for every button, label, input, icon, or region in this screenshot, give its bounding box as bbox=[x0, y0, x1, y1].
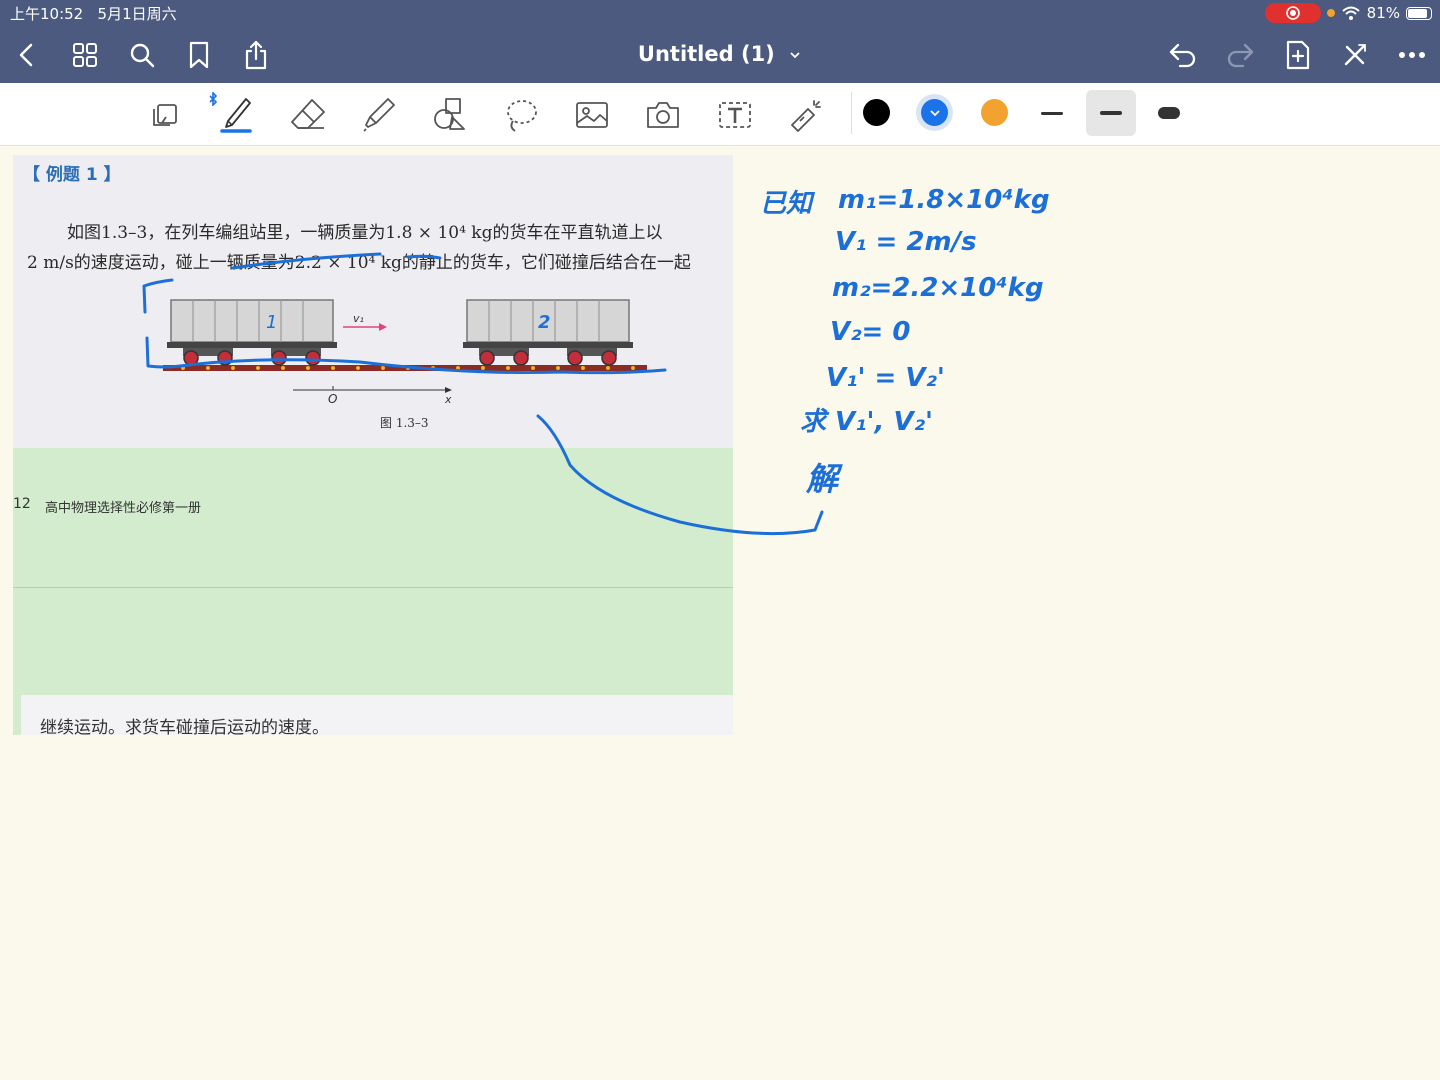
color-swatch-orange[interactable] bbox=[981, 99, 1008, 126]
page-divider-line bbox=[13, 587, 733, 588]
velocity-label: v₁ bbox=[353, 312, 364, 325]
ink-v2: V₂= 0 bbox=[830, 317, 910, 347]
continue-text: 继续运动。求货车碰撞后运动的速度。 bbox=[40, 718, 329, 735]
close-edit-icon[interactable] bbox=[1338, 38, 1372, 72]
battery-icon bbox=[1406, 6, 1432, 20]
screen-recording-icon[interactable] bbox=[1264, 3, 1321, 23]
battery-percent: 81% bbox=[1366, 4, 1400, 22]
grid-view-icon[interactable] bbox=[68, 38, 102, 72]
text-icon[interactable] bbox=[713, 93, 757, 137]
book-title: 高中物理选择性必修第一册 bbox=[45, 501, 202, 516]
page-mode-icon[interactable] bbox=[142, 93, 186, 137]
share-icon[interactable] bbox=[239, 38, 273, 72]
back-icon[interactable] bbox=[10, 38, 44, 72]
chevron-down-icon bbox=[790, 52, 800, 59]
train-figure: v₁ O x bbox=[163, 299, 647, 406]
bookmark-icon[interactable] bbox=[182, 38, 216, 72]
problem-line-1: 如图1.3–3，在列车编组站里，一辆质量为1.8 × 10⁴ kg的货车在平直轨… bbox=[67, 223, 663, 243]
status-time: 上午10:52 bbox=[10, 5, 84, 23]
color-swatch-blue bbox=[921, 99, 948, 126]
tool-bar bbox=[0, 83, 1440, 146]
rail-track bbox=[163, 365, 647, 371]
ink-equal: V₁' = V₂' bbox=[826, 363, 945, 393]
toolbar-divider bbox=[851, 92, 852, 134]
image-icon[interactable] bbox=[570, 93, 614, 137]
ink-solve: 解 bbox=[805, 460, 843, 498]
undo-icon[interactable] bbox=[1166, 38, 1200, 72]
origin-label: O bbox=[328, 392, 337, 406]
eraser-icon[interactable] bbox=[286, 93, 330, 137]
camera-icon[interactable] bbox=[641, 93, 685, 137]
figure-caption: 图 1.3–3 bbox=[380, 416, 429, 430]
ink-m1: m₁=1.8×10⁴kg bbox=[838, 185, 1050, 215]
document-title[interactable]: Untitled (1) bbox=[638, 42, 802, 66]
problem-line-2: 2 m/s的速度运动，碰上一辆质量为2.2 × 10⁴ kg的静止的货车，它们碰… bbox=[27, 253, 691, 273]
ink-known: 已知 bbox=[760, 189, 816, 219]
status-bar-right: 81% bbox=[1264, 3, 1432, 23]
chevron-down-icon bbox=[929, 109, 940, 116]
wifi-icon bbox=[1341, 6, 1360, 20]
ink-find: 求 V₁', V₂' bbox=[800, 407, 933, 437]
laser-pointer-icon[interactable] bbox=[784, 93, 828, 137]
add-page-icon[interactable] bbox=[1281, 38, 1315, 72]
stroke-thick[interactable] bbox=[1144, 90, 1194, 136]
highlighter-icon[interactable] bbox=[357, 93, 401, 137]
more-options-icon[interactable] bbox=[1395, 38, 1429, 72]
mic-indicator-icon bbox=[1326, 9, 1335, 17]
redo-icon[interactable] bbox=[1223, 38, 1257, 72]
velocity-arrow: v₁ bbox=[343, 312, 387, 331]
page-green-region bbox=[13, 448, 733, 735]
freight-car-2 bbox=[463, 299, 633, 366]
x-axis: O x bbox=[293, 386, 452, 406]
page-number: 12 bbox=[13, 496, 31, 512]
color-swatch-blue-selected[interactable] bbox=[916, 94, 953, 131]
pen-icon[interactable] bbox=[214, 93, 258, 137]
top-bar: 上午10:52 5月1日周六 81% Untitled (1) bbox=[0, 0, 1440, 83]
search-icon[interactable] bbox=[125, 38, 159, 72]
document-page[interactable]: 【 例题 1 】 如图1.3–3，在列车编组站里，一辆质量为1.8 × 10⁴ … bbox=[13, 155, 733, 735]
color-swatch-black[interactable] bbox=[863, 99, 890, 126]
shapes-icon[interactable] bbox=[428, 93, 472, 137]
ink-v1: V₁ = 2m/s bbox=[835, 227, 977, 257]
stroke-thin[interactable] bbox=[1027, 90, 1077, 136]
example-label: 【 例题 1 】 bbox=[23, 165, 121, 185]
lasso-icon[interactable] bbox=[499, 93, 543, 137]
stroke-medium-selected[interactable] bbox=[1086, 90, 1136, 136]
document-title-text: Untitled (1) bbox=[637, 42, 775, 66]
status-bar-left: 上午10:52 5月1日周六 bbox=[10, 3, 177, 24]
axis-label: x bbox=[444, 393, 452, 406]
ink-m2: m₂=2.2×10⁴kg bbox=[832, 273, 1044, 303]
status-date: 5月1日周六 bbox=[97, 5, 177, 23]
freight-car-1 bbox=[167, 299, 337, 366]
